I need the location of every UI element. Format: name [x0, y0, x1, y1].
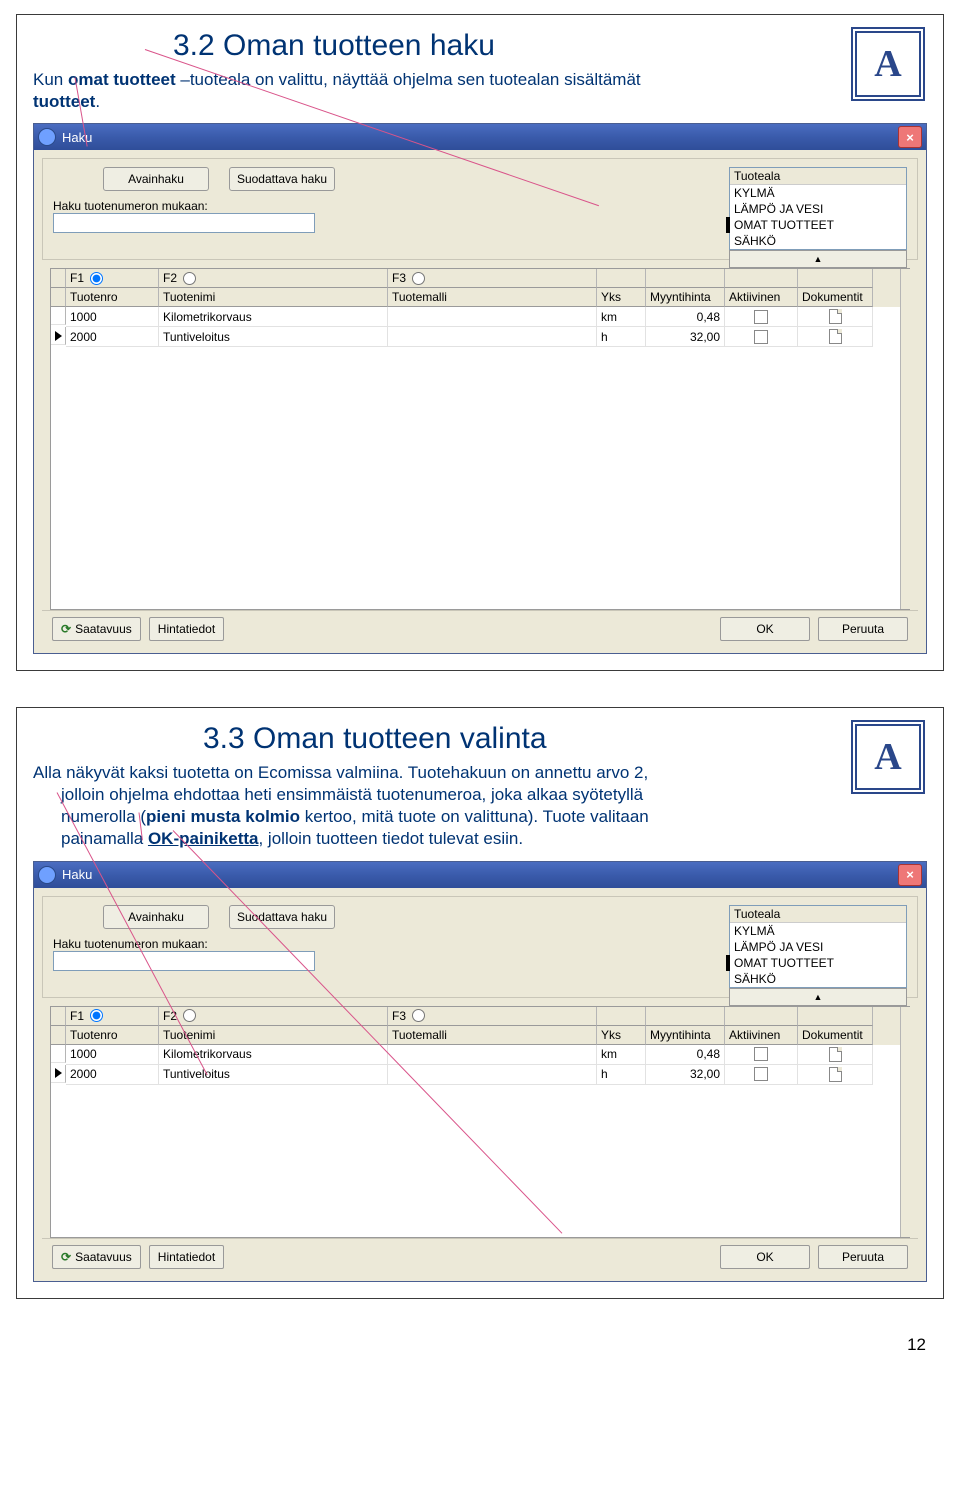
checkbox[interactable] — [754, 1047, 768, 1061]
avainhaku-button[interactable]: Avainhaku — [103, 167, 209, 191]
haku-window-1: Haku × Avainhaku Suodattava haku Haku tu… — [33, 123, 927, 654]
saatavuus-button[interactable]: ⟳Saatavuus — [52, 1245, 141, 1269]
table-row[interactable]: 1000 Kilometrikorvaus km 0,48 — [51, 1045, 909, 1065]
table-row[interactable]: 2000 Tuntiveloitus h 32,00 — [51, 327, 909, 347]
f3-radio[interactable] — [412, 1009, 425, 1022]
window-title: Haku — [62, 867, 92, 882]
f2-radio[interactable] — [183, 272, 196, 285]
col-tuotenro[interactable]: Tuotenro — [66, 288, 159, 307]
col-aktiivinen[interactable]: Aktiivinen — [725, 288, 798, 307]
hintatiedot-button[interactable]: Hintatiedot — [149, 1245, 224, 1269]
col-aktiivinen[interactable]: Aktiivinen — [725, 1026, 798, 1045]
suodattava-button[interactable]: Suodattava haku — [229, 905, 335, 929]
document-icon[interactable] — [829, 309, 842, 324]
app-icon — [38, 866, 56, 884]
product-grid: F1 F2 F3 Tuotenro Tuotenimi Tuotemalli Y… — [50, 268, 910, 610]
ok-button[interactable]: OK — [720, 1245, 810, 1269]
haku-window-2: Haku × Avainhaku Suodattava haku Haku tu… — [33, 861, 927, 1282]
close-icon[interactable]: × — [898, 126, 922, 148]
col-yks[interactable]: Yks — [597, 288, 646, 307]
document-icon[interactable] — [829, 1047, 842, 1062]
col-tuotenro[interactable]: Tuotenro — [66, 1026, 159, 1045]
list-item[interactable]: LÄMPÖ JA VESI — [730, 201, 906, 217]
grid-header: Tuotenro Tuotenimi Tuotemalli Yks Myynti… — [51, 288, 909, 307]
list-item[interactable]: KYLMÄ — [730, 185, 906, 201]
f1-radio[interactable] — [90, 1009, 103, 1022]
app-icon — [38, 128, 56, 146]
f1-radio[interactable] — [90, 272, 103, 285]
grid-scrollbar[interactable] — [900, 1007, 917, 1237]
list-item[interactable]: SÄHKÖ — [730, 233, 906, 249]
f2-radio[interactable] — [183, 1009, 196, 1022]
logo-a: A — [851, 720, 925, 794]
slide2-title: 3.3 Oman tuotteen valinta — [203, 722, 927, 756]
col-tuotenimi[interactable]: Tuotenimi — [159, 288, 388, 307]
bottom-bar: ⟳Saatavuus Hintatiedot OK Peruuta — [42, 1238, 918, 1275]
ok-button[interactable]: OK — [720, 617, 810, 641]
col-dokumentit[interactable]: Dokumentit — [798, 288, 873, 307]
slide2-intro: Alla näkyvät kaksi tuotetta on Ecomissa … — [33, 762, 733, 850]
slide-3-3: A 3.3 Oman tuotteen valinta Alla näkyvät… — [16, 707, 944, 1298]
logo-a: A — [851, 27, 925, 101]
list-item-selected[interactable]: OMAT TUOTTEET — [726, 955, 906, 971]
col-tuotemalli[interactable]: Tuotemalli — [388, 1026, 597, 1045]
search-label: Haku tuotenumeron mukaan: — [53, 199, 715, 213]
document-icon[interactable] — [829, 1067, 842, 1082]
bottom-bar: ⟳Saatavuus Hintatiedot OK Peruuta — [42, 610, 918, 647]
tuoteala-listbox[interactable]: Tuoteala KYLMÄ LÄMPÖ JA VESI OMAT TUOTTE… — [729, 905, 907, 988]
scroll-up-icon[interactable]: ▲ — [729, 988, 907, 1006]
cancel-button[interactable]: Peruuta — [818, 1245, 908, 1269]
list-item[interactable]: LÄMPÖ JA VESI — [730, 939, 906, 955]
slide-3-2: A 3.2 Oman tuotteen haku Kun omat tuotte… — [16, 14, 944, 671]
f3-radio[interactable] — [412, 272, 425, 285]
table-row[interactable]: 1000 Kilometrikorvaus km 0,48 — [51, 307, 909, 327]
table-row[interactable]: 2000 Tuntiveloitus h 32,00 — [51, 1065, 909, 1085]
document-icon[interactable] — [829, 329, 842, 344]
col-tuotemalli[interactable]: Tuotemalli — [388, 288, 597, 307]
window-title: Haku — [62, 130, 92, 145]
search-input[interactable] — [53, 213, 315, 233]
tuoteala-listbox[interactable]: Tuoteala KYLMÄ LÄMPÖ JA VESI OMAT TUOTTE… — [729, 167, 907, 250]
hintatiedot-button[interactable]: Hintatiedot — [149, 617, 224, 641]
slide1-intro: Kun omat tuotteet –tuoteala on valittu, … — [33, 69, 693, 113]
row-pointer-icon — [55, 331, 62, 341]
row-pointer-icon — [55, 1068, 62, 1078]
checkbox[interactable] — [754, 330, 768, 344]
list-item-selected[interactable]: OMAT TUOTTEET — [726, 217, 906, 233]
titlebar: Haku × — [34, 862, 926, 888]
scroll-up-icon[interactable]: ▲ — [729, 250, 907, 268]
product-grid: F1 F2 F3 Tuotenro Tuotenimi Tuotemalli Y… — [50, 1006, 910, 1238]
close-icon[interactable]: × — [898, 864, 922, 886]
page-number: 12 — [16, 1335, 926, 1355]
col-myyntihinta[interactable]: Myyntihinta — [646, 288, 725, 307]
listbox-header: Tuoteala — [730, 906, 906, 923]
search-panel: Avainhaku Suodattava haku Haku tuotenume… — [42, 896, 918, 998]
col-dokumentit[interactable]: Dokumentit — [798, 1026, 873, 1045]
search-panel: Avainhaku Suodattava haku Haku tuotenume… — [42, 158, 918, 260]
titlebar: Haku × — [34, 124, 926, 150]
col-tuotenimi[interactable]: Tuotenimi — [159, 1026, 388, 1045]
list-item[interactable]: KYLMÄ — [730, 923, 906, 939]
grid-header: Tuotenro Tuotenimi Tuotemalli Yks Myynti… — [51, 1026, 909, 1045]
search-label: Haku tuotenumeron mukaan: — [53, 937, 715, 951]
listbox-header: Tuoteala — [730, 168, 906, 185]
saatavuus-button[interactable]: ⟳Saatavuus — [52, 617, 141, 641]
col-myyntihinta[interactable]: Myyntihinta — [646, 1026, 725, 1045]
slide1-title: 3.2 Oman tuotteen haku — [173, 29, 927, 63]
grid-scrollbar[interactable] — [900, 269, 917, 609]
search-input[interactable] — [53, 951, 315, 971]
cancel-button[interactable]: Peruuta — [818, 617, 908, 641]
grid-radio-row: F1 F2 F3 — [51, 269, 909, 288]
list-item[interactable]: SÄHKÖ — [730, 971, 906, 987]
checkbox[interactable] — [754, 310, 768, 324]
checkbox[interactable] — [754, 1067, 768, 1081]
suodattava-button[interactable]: Suodattava haku — [229, 167, 335, 191]
col-yks[interactable]: Yks — [597, 1026, 646, 1045]
